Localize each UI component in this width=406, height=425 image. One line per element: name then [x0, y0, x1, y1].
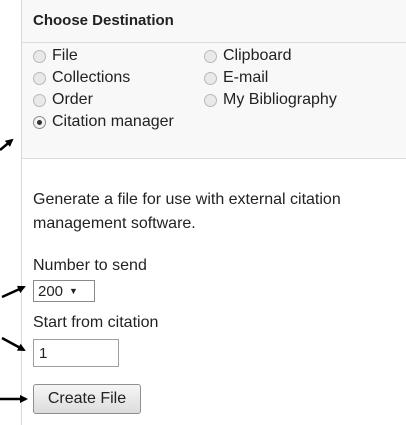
option-file[interactable]: File — [33, 47, 78, 65]
number-to-send-label: Number to send — [33, 257, 147, 274]
option-email[interactable]: E-mail — [204, 69, 268, 87]
start-from-citation-label: Start from citation — [33, 314, 159, 331]
dropdown-caret-icon: ▼ — [69, 286, 78, 296]
option-order-label: Order — [52, 91, 93, 108]
option-collections-label: Collections — [52, 69, 131, 86]
destination-divider — [22, 42, 406, 43]
radio-clipboard[interactable] — [204, 49, 217, 63]
radio-email[interactable] — [204, 71, 217, 85]
radio-file[interactable] — [33, 49, 46, 63]
start-from-citation-input[interactable] — [33, 339, 119, 367]
option-my-bibliography-label: My Bibliography — [223, 91, 337, 108]
choose-destination-title: Choose Destination — [33, 12, 174, 29]
arrow-citation-manager-icon — [0, 138, 14, 151]
send-to-panel: Choose Destination File Clipboard Collec… — [21, 0, 406, 425]
option-clipboard-label: Clipboard — [223, 47, 292, 64]
option-citation-manager-label: Citation manager — [52, 113, 174, 130]
citation-manager-section: Generate a file for use with external ci… — [33, 188, 403, 236]
option-clipboard[interactable]: Clipboard — [204, 47, 291, 65]
radio-order[interactable] — [33, 93, 46, 107]
number-to-send-select[interactable]: 200 ▼ — [33, 280, 95, 302]
option-collections[interactable]: Collections — [33, 69, 130, 87]
create-file-button[interactable]: Create File — [33, 384, 141, 414]
radio-citation-manager[interactable] — [33, 115, 46, 129]
option-order[interactable]: Order — [33, 91, 93, 109]
number-to-send-value: 200 — [38, 282, 64, 300]
option-file-label: File — [52, 47, 78, 64]
citation-description: Generate a file for use with external ci… — [33, 191, 341, 232]
option-citation-manager[interactable]: Citation manager — [33, 113, 174, 131]
radio-my-bibliography[interactable] — [204, 93, 217, 107]
option-email-label: E-mail — [223, 69, 269, 86]
radio-collections[interactable] — [33, 71, 46, 85]
option-my-bibliography[interactable]: My Bibliography — [204, 91, 337, 109]
